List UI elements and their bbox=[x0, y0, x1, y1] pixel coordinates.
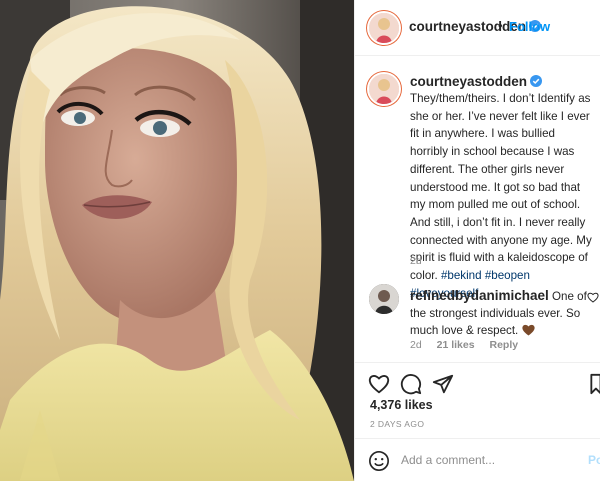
add-comment-bar: Po bbox=[355, 438, 600, 481]
post-photo[interactable] bbox=[0, 0, 354, 481]
post-timestamp[interactable]: 2 DAYS AGO bbox=[370, 419, 424, 429]
hashtag-bekind[interactable]: #bekind bbox=[441, 269, 482, 282]
comment-username[interactable]: refinedbydanimichael bbox=[410, 288, 549, 303]
header-separator: • bbox=[498, 18, 503, 33]
post-sidebar: courtneyastodden • Follow courtneyastodd… bbox=[354, 0, 600, 481]
smiley-icon[interactable] bbox=[368, 450, 390, 472]
comment-icon[interactable] bbox=[400, 373, 422, 395]
hashtag-beopen[interactable]: #beopen bbox=[485, 269, 530, 282]
caption-text: They/them/theirs. I don’t Identify as sh… bbox=[410, 92, 592, 283]
caption-body: They/them/theirs. I don’t Identify as sh… bbox=[410, 90, 594, 302]
commenter-avatar[interactable] bbox=[369, 284, 399, 314]
small-heart-icon[interactable] bbox=[587, 292, 599, 303]
bookmark-icon[interactable] bbox=[589, 373, 600, 395]
comment-age[interactable]: 2d bbox=[410, 339, 422, 351]
comment-likes[interactable]: 21 likes bbox=[437, 339, 475, 351]
author-avatar[interactable] bbox=[369, 13, 399, 43]
verified-badge-icon bbox=[530, 75, 543, 87]
post-comment-button[interactable]: Po bbox=[588, 453, 600, 467]
post-header: courtneyastodden • Follow bbox=[355, 0, 600, 56]
reply-button[interactable]: Reply bbox=[489, 339, 518, 351]
caption-avatar[interactable] bbox=[369, 74, 399, 104]
likes-count[interactable]: 4,376 likes bbox=[370, 398, 433, 412]
caption-avatar-image bbox=[369, 74, 399, 104]
caption-age[interactable]: 2d bbox=[410, 255, 422, 267]
selfie-image bbox=[0, 0, 354, 481]
caption-username-text: courtneyastodden bbox=[410, 74, 528, 89]
brown-heart-emoji bbox=[521, 325, 535, 336]
follow-button[interactable]: Follow bbox=[509, 19, 550, 34]
heart-icon[interactable] bbox=[368, 373, 390, 395]
comment-input[interactable] bbox=[401, 450, 561, 470]
comment-meta: 2d 21 likes Reply bbox=[410, 339, 530, 351]
comment-body: refinedbydanimichael One of the stronges… bbox=[410, 287, 596, 340]
commenter-avatar-image bbox=[369, 284, 399, 314]
caption-username[interactable]: courtneyastodden bbox=[410, 74, 543, 89]
paper-plane-icon[interactable] bbox=[432, 373, 454, 395]
author-avatar-image bbox=[369, 13, 399, 43]
